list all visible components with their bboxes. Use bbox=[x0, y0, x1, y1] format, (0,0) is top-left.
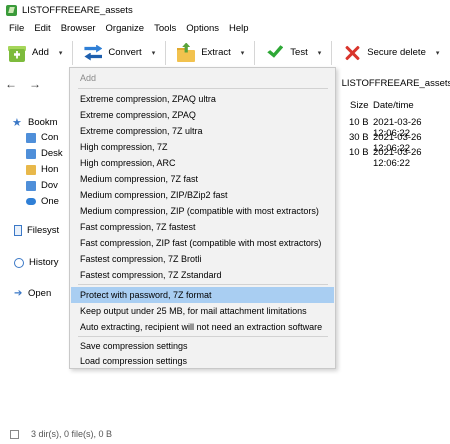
back-arrow-icon[interactable]: ← bbox=[4, 77, 18, 91]
add-button[interactable]: Add ▾ bbox=[4, 39, 65, 67]
window-title: LISTOFFREEARE_assets bbox=[22, 4, 133, 16]
tree-item-desktop[interactable]: Desk bbox=[26, 148, 63, 159]
menu-bar: File Edit Browser Organize Tools Options… bbox=[0, 20, 450, 37]
tree-history[interactable]: History bbox=[14, 257, 59, 268]
breadcrumb-current[interactable]: LISTOFFREEARE_assets bbox=[342, 78, 450, 89]
downloads-icon bbox=[26, 180, 36, 191]
breadcrumb: > LISTOFFREEARE_assets bbox=[330, 78, 450, 89]
extract-button-label: Extract bbox=[201, 47, 231, 58]
convert-dropdown-arrow-icon[interactable]: ▾ bbox=[152, 49, 156, 57]
desktop-icon bbox=[26, 148, 36, 159]
status-icon bbox=[10, 429, 19, 439]
tree-item-label: Dov bbox=[41, 180, 58, 191]
menu-file[interactable]: File bbox=[4, 23, 29, 34]
open-arrow-icon: ➔ bbox=[14, 288, 23, 299]
secure-delete-dropdown-arrow-icon[interactable]: ▾ bbox=[436, 49, 440, 57]
row-size: 10 B bbox=[349, 117, 369, 128]
menu-tools[interactable]: Tools bbox=[149, 23, 181, 34]
menu-item-zpaq-ultra[interactable]: Extreme compression, ZPAQ ultra bbox=[71, 91, 334, 107]
add-archive-icon bbox=[7, 43, 27, 63]
toolbar-separator bbox=[254, 40, 256, 65]
test-button[interactable]: Test ▾ bbox=[262, 39, 324, 67]
toolbar: Add ▾ Convert ▾ Extract ▾ Test ▾ Secure … bbox=[0, 37, 450, 68]
tree-item-label: One bbox=[41, 196, 59, 207]
test-button-label: Test bbox=[290, 47, 308, 58]
convert-button-label: Convert bbox=[108, 47, 142, 58]
menu-item-mail-limit[interactable]: Keep output under 25 MB, for mail attach… bbox=[71, 303, 334, 319]
menu-item-7z-brotli[interactable]: Fastest compression, 7Z Brotli bbox=[71, 251, 334, 267]
toolbar-separator bbox=[165, 40, 167, 65]
toolbar-separator bbox=[331, 40, 333, 65]
tree-history-label: History bbox=[29, 257, 59, 268]
menu-item-save-settings[interactable]: Save compression settings bbox=[71, 338, 334, 354]
extract-folder-icon bbox=[176, 42, 196, 63]
tree-item-downloads[interactable]: Dov bbox=[26, 180, 58, 191]
menu-item-zpaq[interactable]: Extreme compression, ZPAQ bbox=[71, 107, 334, 123]
title-bar: LISTOFFREEARE_assets bbox=[0, 0, 450, 20]
row-size: 30 B bbox=[349, 132, 369, 143]
tree-filesystem[interactable]: Filesyst bbox=[14, 225, 59, 236]
secure-delete-button-label: Secure delete bbox=[367, 47, 426, 58]
tree-item-home[interactable]: Hon bbox=[26, 164, 58, 175]
filesystem-icon bbox=[14, 225, 22, 236]
star-icon: ★ bbox=[12, 117, 22, 129]
menu-item-7z-zstandard[interactable]: Fastest compression, 7Z Zstandard bbox=[71, 267, 334, 283]
secure-delete-button[interactable]: Secure delete ▾ bbox=[339, 39, 442, 67]
menu-browser[interactable]: Browser bbox=[56, 23, 101, 34]
app-logo-icon bbox=[6, 4, 17, 16]
tree-filesystem-label: Filesyst bbox=[27, 225, 60, 236]
menu-header-add: Add bbox=[80, 73, 97, 83]
menu-item-zip-fast[interactable]: Fast compression, ZIP fast (compatible w… bbox=[71, 235, 334, 251]
toolbar-separator bbox=[72, 40, 74, 65]
menu-item-arc-high[interactable]: High compression, ARC bbox=[71, 155, 334, 171]
cloud-icon bbox=[26, 198, 36, 205]
menu-item-7z-fastest[interactable]: Fast compression, 7Z fastest bbox=[71, 219, 334, 235]
menu-edit[interactable]: Edit bbox=[29, 23, 55, 34]
menu-item-load-settings[interactable]: Load compression settings bbox=[71, 353, 334, 369]
row-size: 10 B bbox=[349, 147, 369, 158]
tree-item-label: Con bbox=[41, 132, 59, 143]
tree-bookmarks-label: Bookm bbox=[28, 117, 58, 128]
convert-arrows-icon bbox=[83, 43, 103, 63]
menu-separator bbox=[78, 284, 328, 285]
tree-open-label: Open bbox=[28, 288, 52, 299]
menu-item-7z-high[interactable]: High compression, 7Z bbox=[71, 139, 334, 155]
extract-button[interactable]: Extract ▾ bbox=[173, 39, 247, 67]
menu-item-zip-medium[interactable]: Medium compression, ZIP (compatible with… bbox=[71, 203, 334, 219]
add-dropdown-menu: Add Extreme compression, ZPAQ ultra Extr… bbox=[69, 67, 336, 369]
convert-button[interactable]: Convert ▾ bbox=[80, 39, 158, 67]
history-clock-icon bbox=[14, 257, 24, 268]
menu-item-zip-bzip2-fast[interactable]: Medium compression, ZIP/BZip2 fast bbox=[71, 187, 334, 203]
menu-item-auto-extracting[interactable]: Auto extracting, recipient will not need… bbox=[71, 319, 334, 335]
menu-separator bbox=[78, 88, 328, 89]
tree-item-label: Desk bbox=[41, 148, 63, 159]
folder-icon bbox=[26, 132, 36, 143]
menu-item-7z-fast[interactable]: Medium compression, 7Z fast bbox=[71, 171, 334, 187]
status-text: 3 dir(s), 0 file(s), 0 B bbox=[31, 429, 113, 439]
status-bar: 3 dir(s), 0 file(s), 0 B bbox=[0, 424, 450, 444]
red-x-icon bbox=[342, 43, 362, 63]
tree-item-onedrive[interactable]: One bbox=[26, 196, 59, 207]
tree-item-label: Hon bbox=[41, 164, 59, 175]
extract-dropdown-arrow-icon[interactable]: ▾ bbox=[241, 49, 245, 57]
forward-arrow-icon[interactable]: → bbox=[28, 77, 42, 91]
menu-item-protect-password[interactable]: Protect with password, 7Z format bbox=[71, 287, 334, 303]
home-folder-icon bbox=[26, 164, 36, 175]
menu-item-7z-ultra[interactable]: Extreme compression, 7Z ultra bbox=[71, 123, 334, 139]
menu-organize[interactable]: Organize bbox=[101, 23, 150, 34]
menu-help[interactable]: Help bbox=[224, 23, 254, 34]
add-button-label: Add bbox=[32, 47, 49, 58]
row-date: 2021-03-26 12:06:22 bbox=[373, 147, 422, 169]
column-header-size[interactable]: Size bbox=[350, 100, 368, 111]
checkmark-icon bbox=[265, 43, 285, 63]
column-header-date[interactable]: Date/time bbox=[373, 100, 414, 111]
tree-item-contacts[interactable]: Con bbox=[26, 132, 58, 143]
test-dropdown-arrow-icon[interactable]: ▾ bbox=[318, 49, 322, 57]
tree-bookmarks[interactable]: ★ Bookm bbox=[12, 116, 58, 129]
menu-separator bbox=[78, 336, 328, 337]
tree-open[interactable]: ➔ Open bbox=[14, 288, 51, 299]
add-dropdown-arrow-icon[interactable]: ▾ bbox=[59, 49, 63, 57]
menu-options[interactable]: Options bbox=[181, 23, 224, 34]
